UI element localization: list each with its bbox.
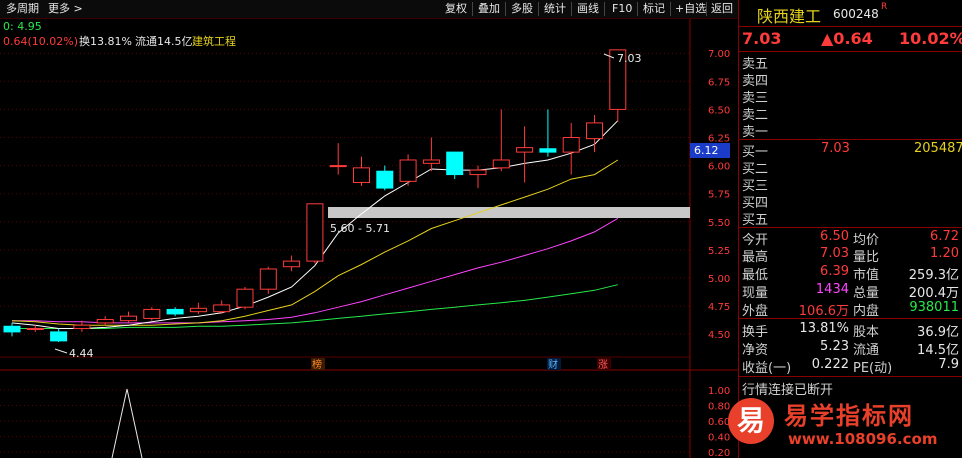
marker-zhang[interactable]: 涨 (598, 359, 608, 371)
candle[interactable] (120, 311, 137, 323)
stats-row: 换手 13.81% 股本 36.9亿 (739, 320, 961, 340)
y-axis-labels: 7.00 6.75 6.50 6.25 6.00 5.75 5.50 5.25 5.00 4.75… (708, 49, 730, 341)
info-line-1: 0: 4.95 (3, 20, 42, 33)
candle[interactable] (329, 143, 347, 175)
y-tick-label: 7.00 (708, 49, 730, 60)
stats-row: 最高 7.03 量比 1.20 (739, 245, 961, 265)
candle[interactable] (96, 316, 114, 326)
y-tick-label: 4.50 (708, 330, 730, 341)
watermark: 易 易学指标网 www.108096.com (720, 392, 962, 458)
candle[interactable] (539, 109, 557, 157)
ask-row: 卖一 (742, 125, 769, 140)
stat-value: 13.81% (799, 321, 849, 336)
stat-value: 5.23 (820, 339, 849, 354)
candle[interactable] (283, 255, 301, 272)
overlay-button[interactable]: 叠加 (474, 1, 504, 17)
candles (3, 49, 627, 343)
candle[interactable] (399, 154, 417, 186)
bid-row: 买五 (742, 213, 769, 228)
candle[interactable] (562, 122, 580, 175)
stat-label: 内盘 (853, 304, 880, 319)
info-change: 0.64(10.02%) (3, 35, 78, 48)
candle[interactable] (236, 286, 254, 310)
info-float: 流通14.5亿 (135, 34, 193, 48)
chart-toolbar: 多周期 更多 > 复权 叠加 多股 统计 画线 F10 标记 +自选 返回 (0, 0, 738, 19)
candle[interactable] (353, 156, 370, 186)
stat-value: 6.72 (930, 229, 959, 244)
y-tick-label: 6.50 (708, 105, 730, 116)
min-price-label: 4.44 (69, 347, 94, 360)
stock-name: 陕西建工 (757, 7, 822, 26)
stat-value: 1.20 (930, 246, 959, 261)
kline-chart[interactable]: 0: 4.95 0.64(10.02%) 换13.81% 流通14.5亿 建筑工… (0, 19, 738, 458)
support-zone-label: 5.60 - 5.71 (330, 222, 390, 235)
y-tick-label: 4.75 (708, 302, 730, 313)
multi-stock-button[interactable]: 多股 (507, 1, 537, 17)
candle[interactable] (469, 165, 487, 189)
candle[interactable] (516, 126, 534, 183)
stat-value: 106.6万 (798, 304, 849, 319)
y-tick-label: 5.50 (708, 218, 730, 229)
stats-row: 净资 5.23 流通 14.5亿 (739, 338, 961, 358)
y-tick-label: 5.25 (708, 246, 730, 257)
stats-row: 最低 6.39 市值 259.3亿 (739, 263, 961, 283)
stat-label: 外盘 (742, 304, 769, 319)
candle[interactable] (213, 300, 231, 314)
statistics-button[interactable]: 统计 (540, 1, 570, 17)
marker-bang[interactable]: 榜 (312, 358, 322, 371)
y-tick-label: 6.75 (708, 77, 730, 88)
price-change-pct: 10.02% (899, 29, 962, 48)
candle[interactable] (3, 322, 21, 337)
candle[interactable] (143, 307, 161, 321)
stat-value: 938011 (909, 300, 959, 315)
mark-button[interactable]: 标记 (639, 1, 669, 17)
stat-value: 1434 (815, 282, 849, 297)
candle[interactable] (376, 165, 394, 191)
max-price-label: 7.03 (617, 52, 642, 65)
restore-rights-button[interactable]: 复权 (441, 1, 471, 17)
candle[interactable] (50, 328, 68, 343)
back-button[interactable]: 返回 (707, 1, 737, 17)
candle[interactable] (492, 109, 510, 172)
watermark-logo-icon: 易 (728, 398, 774, 444)
candle[interactable] (189, 302, 207, 314)
sub-indicator-line (111, 388, 143, 458)
r-badge: R (881, 2, 888, 12)
stats-row: 收益(一) 0.222 PE(动) 7.9 (739, 356, 961, 376)
watermark-title: 易学指标网 (784, 402, 914, 430)
marker-cai[interactable]: 财 (548, 358, 558, 371)
candle[interactable] (166, 307, 184, 317)
y-tick-label: 5.00 (708, 274, 730, 285)
stat-value: 7.9 (938, 357, 959, 372)
add-watchlist-button[interactable]: +自选 (671, 1, 710, 17)
grid (0, 52, 690, 335)
watermark-url: www.108096.com (788, 430, 938, 448)
candle[interactable] (446, 151, 464, 180)
more-button[interactable]: 更多 > (44, 1, 87, 17)
y-tick-label: 5.75 (708, 190, 730, 201)
info-sector: 建筑工程 (192, 34, 236, 48)
multi-period-button[interactable]: 多周期 (2, 1, 43, 17)
stat-value: 6.50 (820, 229, 849, 244)
stats-row: 现量 1434 总量 200.4万 (739, 281, 961, 301)
stat-value: 6.39 (820, 264, 849, 279)
candle[interactable] (306, 203, 324, 264)
y-tick-label: 6.00 (708, 162, 730, 173)
stat-label: 收益(一) (742, 361, 792, 376)
stat-label: PE(动) (853, 361, 893, 376)
info-turnover: 换13.81% (79, 34, 132, 48)
stat-value: 7.03 (820, 246, 849, 261)
candle[interactable] (422, 137, 440, 172)
candle[interactable] (259, 266, 277, 294)
y-tick-label: 6.25 (708, 134, 730, 145)
last-price-value: 6.12 (694, 144, 719, 157)
current-price: 7.03 (742, 29, 782, 48)
stat-value: 0.222 (811, 357, 849, 372)
stats-row: 外盘 106.6万 内盘 938011 (739, 299, 961, 319)
draw-line-button[interactable]: 画线 (573, 1, 603, 17)
f10-button[interactable]: F10 (608, 1, 636, 17)
quote-panel: 陕西建工 600248 R 7.03 ▲0.64 10.02% 卖五 卖四 卖三… (738, 0, 962, 458)
price-change: ▲0.64 (821, 29, 873, 48)
support-zone-band (328, 207, 690, 218)
